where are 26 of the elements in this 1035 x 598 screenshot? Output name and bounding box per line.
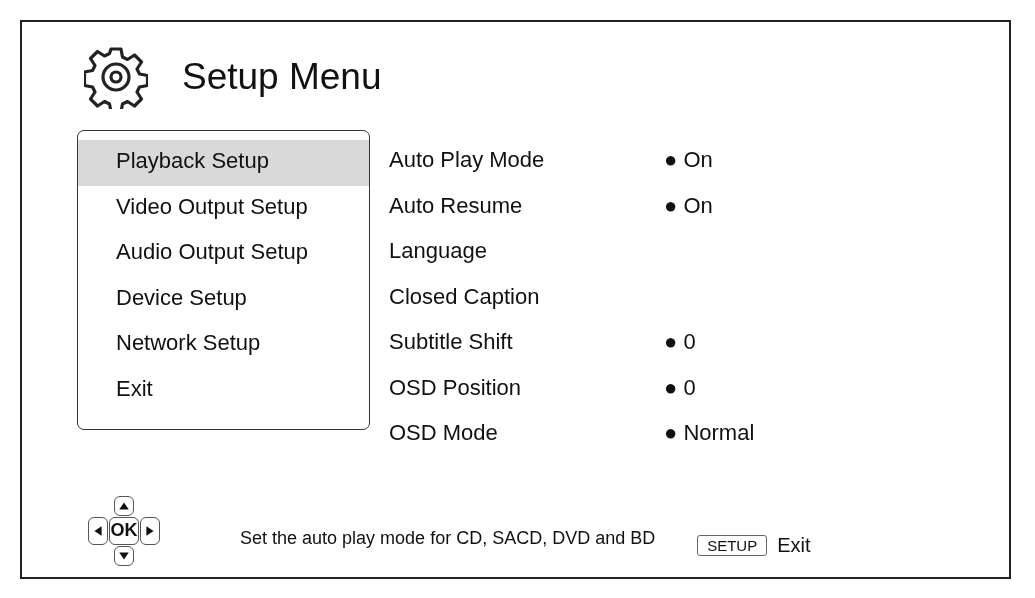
setting-value: ● 0 <box>664 328 696 356</box>
setting-label[interactable]: OSD Mode <box>389 412 664 458</box>
menu-title: Setup Menu <box>182 56 382 98</box>
menu-item[interactable]: Audio Output Setup <box>78 231 369 277</box>
menu-item[interactable]: Network Setup <box>78 322 369 368</box>
right-arrow-icon <box>144 524 156 537</box>
left-arrow-icon <box>92 524 104 537</box>
setting-label[interactable]: Language <box>389 230 664 276</box>
exit-label: Exit <box>777 534 811 557</box>
setting-label[interactable]: Auto Play Mode <box>389 139 664 185</box>
menu-item[interactable]: Playback Setup <box>78 140 369 186</box>
setting-value: ● Normal <box>664 419 755 447</box>
setting-label[interactable]: Auto Resume <box>389 184 664 230</box>
ok-key: OK <box>109 516 139 545</box>
setting-value: ● On <box>664 191 713 220</box>
setting-value: ● On <box>664 146 713 174</box>
setting-value: ● 0 <box>664 373 696 402</box>
setting-label[interactable]: Closed Caption <box>389 275 664 321</box>
setting-label[interactable]: Subtitle Shift <box>389 321 664 367</box>
menu-item[interactable]: Video Output Setup <box>78 185 369 231</box>
help-text: Set the auto play mode for CD, SACD, DVD and BD <box>240 528 656 549</box>
setup-key: SETUP <box>697 535 768 556</box>
gear-icon <box>84 45 148 109</box>
menu-item[interactable]: Exit <box>78 367 369 413</box>
setting-label[interactable]: OSD Position <box>389 366 664 412</box>
menu-item[interactable]: Device Setup <box>78 276 369 322</box>
